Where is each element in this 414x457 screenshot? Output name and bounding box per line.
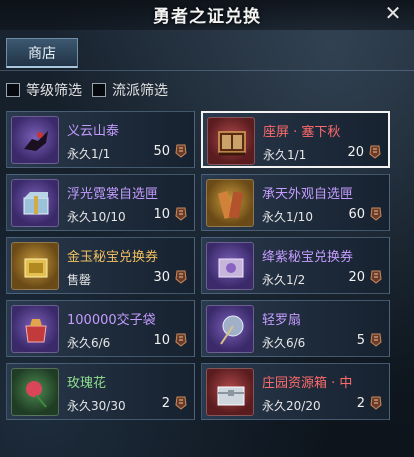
badge-currency-icon bbox=[370, 270, 382, 284]
item-thumbnail bbox=[207, 117, 255, 165]
school-filter[interactable]: 流派筛选 bbox=[92, 80, 168, 100]
window-title: 勇者之证兑换 bbox=[153, 7, 261, 27]
item-name: 玫瑰花 bbox=[67, 376, 107, 391]
item-stock: 永久6/6 bbox=[67, 336, 111, 350]
item-thumbnail bbox=[11, 179, 59, 227]
title-bar: 勇者之证兑换 ✕ bbox=[0, 0, 414, 30]
item-name: 义云山泰 bbox=[67, 124, 120, 139]
tab-shop[interactable]: 商店 bbox=[6, 38, 78, 68]
figure-icon bbox=[24, 131, 48, 151]
ticket-icon bbox=[218, 258, 244, 278]
item-name: 绛紫秘宝兑换券 bbox=[262, 250, 354, 265]
item-thumbnail bbox=[206, 242, 254, 290]
item-name: 金玉秘宝兑换券 bbox=[67, 250, 159, 265]
item-card[interactable]: 承天外观自选匣 永久1/10 60 bbox=[201, 174, 390, 231]
item-card[interactable]: 义云山泰 永久1/1 50 bbox=[6, 111, 195, 168]
level-filter-label: 等级筛选 bbox=[26, 83, 82, 99]
item-name: 庄园资源箱 · 中 bbox=[262, 376, 353, 391]
exchange-panel: 勇者之证兑换 ✕ 商店 等级筛选 流派筛选 义云山泰 永久1/1 50 座屏 ·… bbox=[0, 0, 414, 457]
item-price: 60 bbox=[348, 207, 365, 222]
screen-icon bbox=[218, 131, 246, 156]
item-card[interactable]: 玫瑰花 永久30/30 2 bbox=[6, 363, 195, 420]
item-stock: 永久30/30 bbox=[67, 399, 126, 413]
level-filter-checkbox[interactable] bbox=[6, 83, 20, 97]
resource-chest-icon bbox=[217, 386, 245, 406]
level-filter[interactable]: 等级筛选 bbox=[6, 80, 82, 100]
item-stock: 永久1/1 bbox=[67, 147, 111, 161]
item-price: 2 bbox=[161, 396, 170, 411]
item-price: 20 bbox=[348, 270, 365, 285]
close-button[interactable]: ✕ bbox=[382, 2, 404, 24]
school-filter-checkbox[interactable] bbox=[92, 83, 106, 97]
item-thumbnail bbox=[206, 305, 254, 353]
school-filter-label: 流派筛选 bbox=[112, 83, 168, 99]
rose-icon bbox=[26, 381, 47, 408]
item-card[interactable]: 100000交子袋 永久6/6 10 bbox=[6, 300, 195, 357]
badge-currency-icon bbox=[175, 144, 187, 158]
badge-currency-icon bbox=[370, 207, 382, 221]
item-name: 浮光霓裳自选匣 bbox=[67, 187, 159, 202]
item-thumbnail bbox=[206, 179, 254, 227]
gold-ticket-icon bbox=[24, 258, 48, 278]
item-stock: 永久1/10 bbox=[262, 210, 313, 224]
money-bag-icon bbox=[25, 319, 47, 343]
item-card[interactable]: 浮光霓裳自选匣 永久10/10 10 bbox=[6, 174, 195, 231]
filter-bar: 等级筛选 流派筛选 bbox=[6, 80, 168, 100]
item-thumbnail bbox=[11, 305, 59, 353]
item-name: 轻罗扇 bbox=[262, 313, 302, 328]
item-stock: 永久20/20 bbox=[262, 399, 321, 413]
item-stock: 永久1/1 bbox=[263, 148, 307, 162]
badge-currency-icon bbox=[370, 333, 382, 347]
close-icon: ✕ bbox=[384, 1, 402, 25]
item-thumbnail bbox=[11, 368, 59, 416]
item-grid: 义云山泰 永久1/1 50 座屏 · 塞下秋 永久1/1 20 浮光霓裳自选匣 … bbox=[6, 111, 392, 420]
item-name: 座屏 · 塞下秋 bbox=[263, 125, 341, 140]
badge-currency-icon bbox=[175, 396, 187, 410]
item-stock: 永久10/10 bbox=[67, 210, 126, 224]
item-stock: 售罄 bbox=[67, 273, 92, 287]
item-thumbnail bbox=[11, 116, 59, 164]
tab-strip: 商店 bbox=[0, 34, 414, 71]
badge-currency-icon bbox=[175, 270, 187, 284]
item-card[interactable]: 庄园资源箱 · 中 永久20/20 2 bbox=[201, 363, 390, 420]
scroll-box-icon bbox=[217, 191, 244, 219]
item-stock: 永久1/2 bbox=[262, 273, 306, 287]
item-price: 50 bbox=[153, 144, 170, 159]
item-name: 100000交子袋 bbox=[67, 313, 156, 328]
badge-currency-icon bbox=[369, 145, 381, 159]
item-price: 5 bbox=[356, 333, 365, 348]
item-price: 20 bbox=[347, 145, 364, 160]
item-thumbnail bbox=[206, 368, 254, 416]
item-card[interactable]: 座屏 · 塞下秋 永久1/1 20 bbox=[201, 111, 390, 168]
item-thumbnail bbox=[11, 242, 59, 290]
chest-icon bbox=[23, 192, 49, 215]
badge-currency-icon bbox=[175, 333, 187, 347]
fan-icon bbox=[220, 315, 244, 345]
item-stock: 永久6/6 bbox=[262, 336, 306, 350]
item-price: 10 bbox=[153, 333, 170, 348]
item-card[interactable]: 绛紫秘宝兑换券 永久1/2 20 bbox=[201, 237, 390, 294]
item-price: 10 bbox=[153, 207, 170, 222]
item-name: 承天外观自选匣 bbox=[262, 187, 354, 202]
badge-currency-icon bbox=[370, 396, 382, 410]
badge-currency-icon bbox=[175, 207, 187, 221]
item-price: 2 bbox=[356, 396, 365, 411]
item-card[interactable]: 金玉秘宝兑换券 售罄 30 bbox=[6, 237, 195, 294]
item-card[interactable]: 轻罗扇 永久6/6 5 bbox=[201, 300, 390, 357]
item-price: 30 bbox=[153, 270, 170, 285]
